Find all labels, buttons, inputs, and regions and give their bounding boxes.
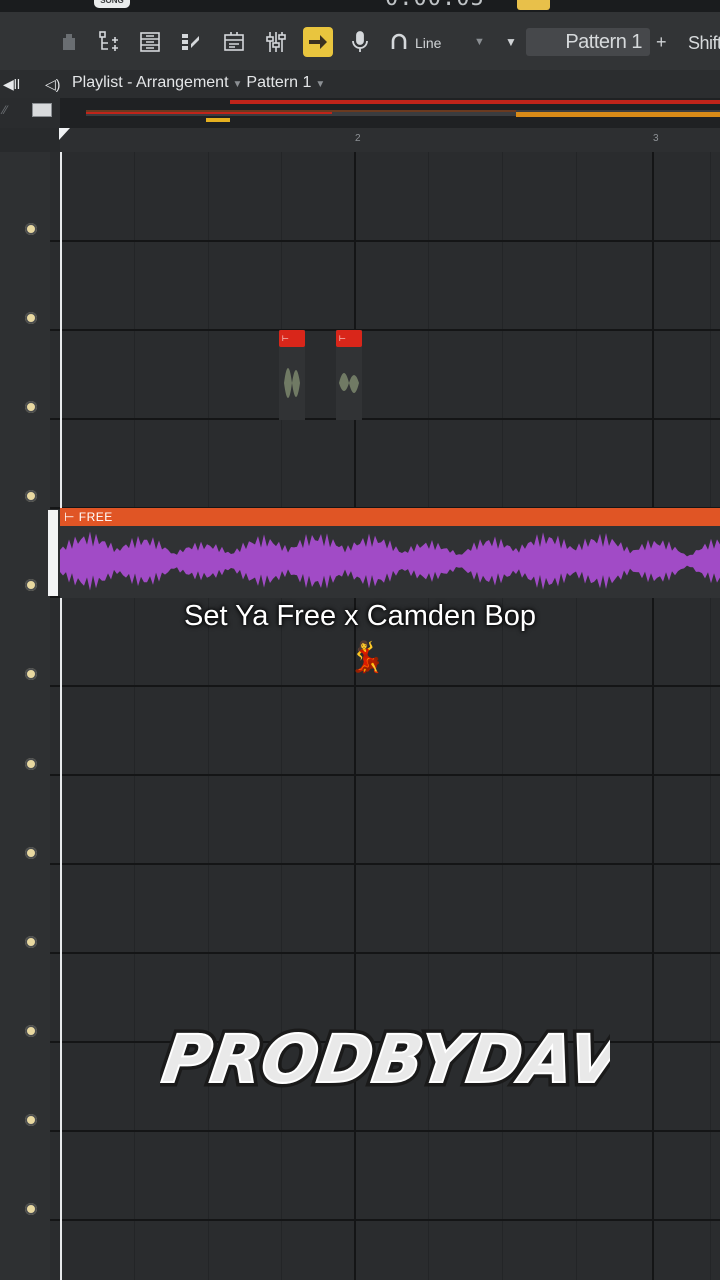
- track-mute-button[interactable]: [25, 936, 37, 948]
- clip-waveform: [339, 373, 359, 393]
- mixer-faders-icon[interactable]: [261, 27, 291, 57]
- beat-line: [134, 152, 135, 1280]
- draw-tool-icon[interactable]: ⁄⁄: [3, 103, 7, 117]
- playlist-tracks: ⊢ ⊢ ⊢ FREE: [0, 152, 720, 1280]
- track-mute-button[interactable]: [25, 312, 37, 324]
- top-status-bar: SONG 0:00:05: [0, 0, 720, 12]
- playlist-titlebar: ◀ll ◁) Playlist - Arrangement ▼ Pattern 1 ▼: [0, 70, 720, 98]
- snap-mode-label[interactable]: Line: [415, 35, 441, 51]
- ruler-corner: [0, 128, 60, 152]
- producer-watermark-logo: PRODBYDAVOX PRODBYDAVOX: [160, 1016, 610, 1103]
- overview-red-line: [86, 112, 332, 114]
- playlist-grid[interactable]: ⊢ ⊢ ⊢ FREE: [50, 152, 720, 1280]
- track-divider: [50, 418, 720, 420]
- playhead-line[interactable]: [60, 152, 62, 1280]
- song-mode-badge[interactable]: SONG: [94, 0, 130, 8]
- overview-orange-region: [516, 112, 720, 117]
- piano-roll-icon[interactable]: [135, 27, 165, 57]
- audio-clip[interactable]: ⊢: [279, 330, 305, 420]
- clip-label-text: FREE: [78, 510, 113, 524]
- track-mute-button[interactable]: [25, 1114, 37, 1126]
- step-seq-icon[interactable]: [176, 27, 206, 57]
- bar-line: [652, 152, 654, 1280]
- add-pattern-button[interactable]: +: [656, 32, 667, 53]
- track-mute-button[interactable]: [25, 490, 37, 502]
- pattern-dropdown-icon[interactable]: ▼: [505, 35, 517, 49]
- track-mute-button[interactable]: [25, 401, 37, 413]
- toolbar: Line ▼ ▼ Pattern 1 + Shift: [0, 12, 720, 70]
- track-mute-button[interactable]: [25, 668, 37, 680]
- track-divider: [50, 1219, 720, 1221]
- speaker-icon[interactable]: ◁): [45, 76, 60, 93]
- title-dropdown-icon[interactable]: ▼: [233, 79, 243, 90]
- beat-line: [281, 152, 282, 1280]
- record-indicator[interactable]: [517, 0, 550, 10]
- shift-label[interactable]: Shift: [688, 33, 720, 54]
- magnet-icon[interactable]: [384, 27, 414, 57]
- bar-number: 2: [355, 133, 361, 144]
- video-caption: Set Ya Free x Camden Bop: [184, 600, 536, 632]
- bar-line: [354, 152, 356, 1280]
- track-mute-button[interactable]: [25, 1025, 37, 1037]
- pattern-selector[interactable]: Pattern 1: [526, 28, 650, 56]
- channel-rack-icon[interactable]: [94, 27, 124, 57]
- beat-line: [576, 152, 577, 1280]
- dancer-emoji: 💃: [348, 641, 386, 674]
- playlist-title: Playlist - Arrangement ▼ Pattern 1 ▼: [72, 74, 329, 92]
- beat-line: [502, 152, 503, 1280]
- keyboard-icon[interactable]: [32, 103, 52, 117]
- clip-header[interactable]: ⊢ FREE: [60, 508, 720, 526]
- overview-yellow-marker: [206, 118, 230, 122]
- track-divider: [50, 863, 720, 865]
- arrow-right-icon[interactable]: [303, 27, 333, 57]
- track-mute-button[interactable]: [25, 847, 37, 859]
- track-mute-button[interactable]: [25, 579, 37, 591]
- playhead-marker[interactable]: [59, 128, 70, 140]
- track-divider: [50, 774, 720, 776]
- pattern-dropdown-arrow-icon[interactable]: ▼: [315, 79, 325, 90]
- clip-header[interactable]: ⊢: [279, 330, 305, 347]
- pattern-selector-label: Pattern 1: [565, 31, 642, 53]
- clip-label: ⊢ FREE: [64, 510, 113, 524]
- snap-dropdown-icon[interactable]: ▼: [474, 36, 485, 48]
- track-selection-bar[interactable]: [48, 510, 58, 596]
- clip-waveform: [60, 531, 720, 591]
- beat-line: [208, 152, 209, 1280]
- overview-red-region: [230, 100, 720, 104]
- playlist-title-text[interactable]: Playlist - Arrangement: [72, 74, 229, 91]
- window-menu-icon[interactable]: ◀ll: [3, 76, 20, 93]
- clip-waveform: [284, 368, 300, 398]
- playlist-icon[interactable]: [219, 27, 249, 57]
- beat-line: [428, 152, 429, 1280]
- track-divider: [50, 952, 720, 954]
- timeline-ruler[interactable]: 2 3: [0, 128, 720, 152]
- track-mute-button[interactable]: [25, 758, 37, 770]
- track-divider: [50, 685, 720, 687]
- track-divider: [50, 329, 720, 331]
- mixer-icon[interactable]: [54, 27, 84, 57]
- bar-number: 3: [653, 133, 659, 144]
- microphone-icon[interactable]: [345, 27, 375, 57]
- track-mute-button[interactable]: [25, 223, 37, 235]
- clip-header[interactable]: ⊢: [336, 330, 362, 347]
- beat-line: [710, 152, 711, 1280]
- waveform-shape: [60, 531, 720, 591]
- track-headers: [0, 152, 50, 1280]
- playlist-pattern-text[interactable]: Pattern 1: [246, 74, 311, 91]
- time-display: 0:00:05: [385, 0, 485, 11]
- overview-tools: ⁄⁄: [0, 98, 60, 128]
- track-divider: [50, 240, 720, 242]
- watermark-text: PRODBYDAVOX: [160, 1020, 610, 1098]
- track-divider: [50, 1130, 720, 1132]
- audio-clip-free[interactable]: ⊢ FREE: [60, 508, 720, 598]
- track-mute-button[interactable]: [25, 1203, 37, 1215]
- playlist-overview[interactable]: ⁄⁄: [0, 98, 720, 128]
- audio-clip[interactable]: ⊢: [336, 330, 362, 420]
